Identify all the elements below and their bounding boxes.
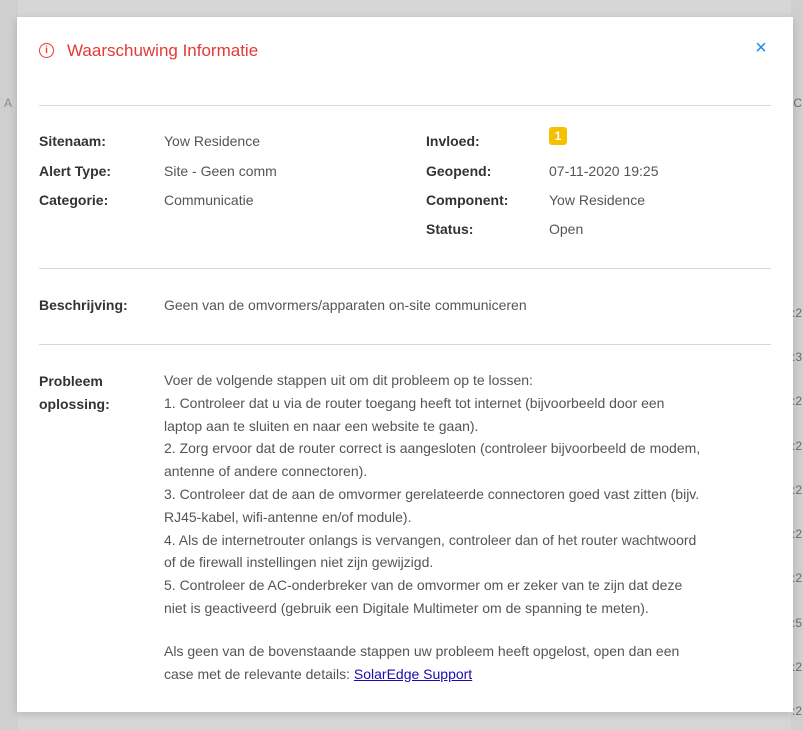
background-cell-text: :2 bbox=[791, 306, 802, 320]
alert-info-modal: i Waarschuwing Informatie × Sitenaam: Yo… bbox=[17, 17, 793, 712]
background-cell-text: :2 bbox=[791, 394, 802, 408]
closing-text: case met de relevante details: bbox=[164, 665, 354, 682]
probleem-label-line1: Probleem bbox=[39, 373, 103, 389]
background-cell-text: :2 bbox=[791, 571, 802, 585]
instruction-line: antenne of andere connectoren). bbox=[164, 463, 368, 480]
status-label: Status: bbox=[426, 221, 474, 237]
instruction-line: Voer de volgende stappen uit om dit prob… bbox=[164, 372, 533, 388]
divider bbox=[39, 105, 771, 106]
closing-line-with-link: case met de relevante details: SolarEdge… bbox=[164, 663, 774, 686]
modal-header: i Waarschuwing Informatie × bbox=[17, 17, 793, 105]
background-cell-text: :3 bbox=[791, 350, 802, 364]
categorie-label: Categorie: bbox=[39, 192, 109, 208]
solaredge-support-link[interactable]: SolarEdge Support bbox=[354, 666, 472, 682]
status-value: Open bbox=[549, 221, 584, 237]
divider bbox=[39, 344, 771, 345]
categorie-value: Communicatie bbox=[164, 192, 254, 208]
background-cell-text: :2 bbox=[791, 704, 802, 718]
component-label: Component: bbox=[426, 192, 509, 208]
invloed-label: Invloed: bbox=[426, 133, 480, 149]
background-cell-text: :2 bbox=[791, 660, 802, 674]
instruction-line: 3. Controleer dat de aan de omvormer ger… bbox=[164, 485, 700, 502]
alert-type-label: Alert Type: bbox=[39, 163, 112, 179]
background-cell-text: C bbox=[793, 96, 802, 110]
info-icon: i bbox=[39, 43, 54, 58]
alert-type-value: Site - Geen comm bbox=[164, 163, 277, 179]
background-cell-text: A bbox=[4, 96, 13, 110]
probleem-instructions: Voer de volgende stappen uit om dit prob… bbox=[164, 369, 774, 685]
instruction-line: 1. Controleer dat u via de router toegan… bbox=[164, 394, 665, 411]
beschrijving-label: Beschrijving: bbox=[39, 297, 128, 313]
background-cell-text: :2 bbox=[791, 527, 802, 541]
divider bbox=[39, 268, 771, 269]
component-value: Yow Residence bbox=[549, 192, 645, 208]
sitenaam-value: Yow Residence bbox=[164, 133, 260, 149]
instruction-line: 5. Controleer de AC-onderbreker van de o… bbox=[164, 577, 683, 594]
background-cell-text: :2 bbox=[791, 439, 802, 453]
geopend-label: Geopend: bbox=[426, 163, 492, 179]
background-cell-text: :5 bbox=[791, 616, 802, 630]
instruction-line: of de firewall instellingen niet zijn ge… bbox=[164, 554, 434, 571]
instruction-line: laptop aan te sluiten en naar een websit… bbox=[164, 417, 479, 434]
instruction-line: 4. Als de internetrouter onlangs is verv… bbox=[164, 531, 697, 548]
instruction-line: RJ45-kabel, wifi-antenne en/of module). bbox=[164, 508, 412, 525]
instruction-line: 2. Zorg ervoor dat de router correct is … bbox=[164, 440, 701, 457]
modal-title: Waarschuwing Informatie bbox=[67, 41, 259, 60]
beschrijving-value: Geen van de omvormers/apparaten on-site … bbox=[164, 297, 527, 313]
sitenaam-label: Sitenaam: bbox=[39, 133, 106, 149]
probleem-label-line2: oplossing: bbox=[39, 396, 110, 412]
close-button[interactable]: × bbox=[751, 38, 771, 59]
background-left-edge: A bbox=[0, 0, 18, 730]
invloed-badge: 1 bbox=[549, 127, 567, 145]
instruction-line: niet is geactiveerd (gebruik een Digital… bbox=[164, 599, 649, 616]
closing-line: Als geen van de bovenstaande stappen uw … bbox=[164, 642, 680, 659]
background-cell-text: :2 bbox=[791, 483, 802, 497]
geopend-value: 07-11-2020 19:25 bbox=[549, 163, 659, 179]
